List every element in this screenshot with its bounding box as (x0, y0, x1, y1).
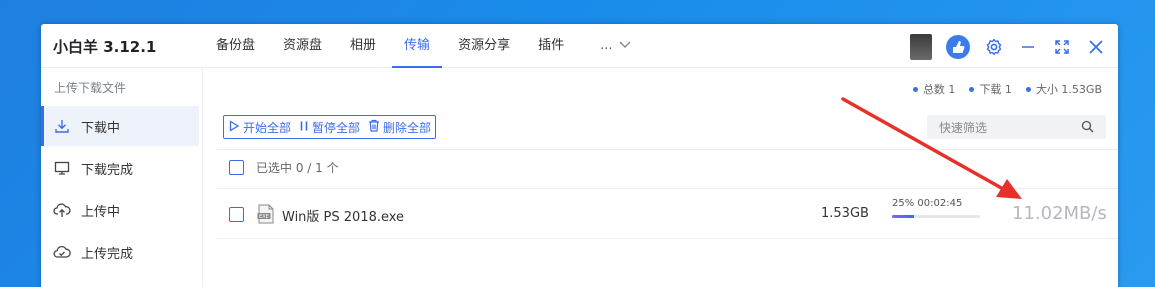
exe-file-icon: EXE (257, 204, 275, 224)
sidebar-item-downloading[interactable]: 下载中 (41, 106, 199, 146)
task-progress-bar (892, 215, 980, 218)
divider (217, 149, 1118, 150)
sidebar-item-uploading[interactable]: 上传中 (41, 190, 199, 230)
stat-size-label: 大小 1.53GB (1035, 83, 1102, 96)
stat-total: 总数 1 (912, 81, 956, 97)
divider (217, 238, 1118, 239)
tab-transfer[interactable]: 传输 (392, 24, 443, 68)
dot-icon (969, 86, 975, 92)
start-all-label: 开始全部 (243, 120, 292, 135)
start-all-button[interactable]: 开始全部 (228, 119, 291, 136)
sidebar-item-label: 上传中 (81, 204, 121, 220)
dot-icon (912, 86, 918, 92)
monitor-icon (53, 159, 71, 177)
fullscreen-icon[interactable] (1052, 37, 1072, 57)
delete-all-label: 删除全部 (383, 120, 432, 135)
pause-all-button[interactable]: 暂停全部 (299, 119, 360, 136)
task-checkbox[interactable] (229, 207, 244, 222)
play-icon (228, 119, 240, 135)
task-speed: 11.02MB/s (1012, 203, 1107, 224)
svg-text:EXE: EXE (259, 214, 269, 220)
stat-downloading: 下载 1 (969, 81, 1012, 97)
pause-all-label: 暂停全部 (312, 120, 361, 135)
nav-more-menu[interactable]: ... (600, 24, 630, 68)
selection-count: 已选中 0 / 1 个 (256, 161, 339, 175)
avatar-thumbnail[interactable] (910, 34, 932, 60)
task-file-name: Win版 PS 2018.exe (282, 210, 405, 225)
user-avatar-icon[interactable] (946, 35, 970, 59)
tab-backup-disk[interactable]: 备份盘 (216, 24, 255, 68)
sidebar-item-label: 下载完成 (81, 162, 134, 178)
task-progress-text: 25% 00:02:45 (892, 198, 963, 209)
download-icon (53, 117, 71, 135)
sidebar-item-label: 上传完成 (81, 246, 134, 262)
dot-icon (1025, 86, 1031, 92)
tab-plugins[interactable]: 插件 (538, 24, 564, 68)
sidebar-item-label: 下载中 (81, 120, 121, 136)
delete-all-button[interactable]: 删除全部 (368, 119, 431, 136)
transfer-stats: 总数 1 下载 1 大小 1.53GB (912, 81, 1102, 97)
nav-more-label: ... (600, 38, 613, 53)
window-controls (910, 34, 1106, 60)
gear-icon[interactable] (984, 37, 1004, 57)
quick-filter-placeholder: 快速筛选 (939, 120, 988, 135)
app-window: 小白羊 3.12.1 备份盘 资源盘 相册 传输 资源分享 插件 ... 上传下… (41, 24, 1118, 287)
chevron-down-icon (619, 24, 631, 68)
sidebar-item-upload-complete[interactable]: 上传完成 (41, 232, 199, 272)
table-row[interactable]: EXE Win版 PS 2018.exe 1.53GB 25% 00:02:45… (217, 189, 1118, 239)
task-progress-fill (892, 215, 914, 218)
app-title: 小白羊 3.12.1 (53, 38, 157, 56)
pause-icon (299, 120, 309, 135)
cloud-check-icon (53, 243, 71, 261)
tab-resource-disk[interactable]: 资源盘 (283, 24, 322, 68)
stat-total-label: 总数 1 (922, 83, 956, 96)
select-all-checkbox[interactable] (229, 160, 244, 175)
selection-row: 已选中 0 / 1 个 (229, 159, 339, 176)
stat-size: 大小 1.53GB (1025, 81, 1102, 97)
stat-downloading-label: 下载 1 (979, 83, 1012, 96)
tab-resource-share[interactable]: 资源分享 (458, 24, 510, 68)
sidebar-title: 上传下载文件 (54, 81, 127, 95)
main-nav: 备份盘 资源盘 相册 传输 资源分享 插件 ... (216, 24, 631, 68)
sidebar-item-download-complete[interactable]: 下载完成 (41, 148, 199, 188)
sidebar: 上传下载文件 下载中 下载完成 上传中 上传完成 (41, 69, 203, 287)
task-file-size: 1.53GB (821, 206, 869, 221)
quick-filter-input[interactable]: 快速筛选 (927, 115, 1106, 139)
title-bar: 小白羊 3.12.1 备份盘 资源盘 相册 传输 资源分享 插件 ... (41, 24, 1118, 68)
transfer-toolbar: 开始全部 暂停全部 删除全部 (223, 115, 437, 139)
tab-album[interactable]: 相册 (350, 24, 376, 68)
close-icon[interactable] (1086, 37, 1106, 57)
search-icon[interactable] (1081, 120, 1094, 136)
cloud-upload-icon (53, 201, 71, 219)
trash-icon (368, 119, 380, 135)
minimize-icon[interactable] (1018, 37, 1038, 57)
